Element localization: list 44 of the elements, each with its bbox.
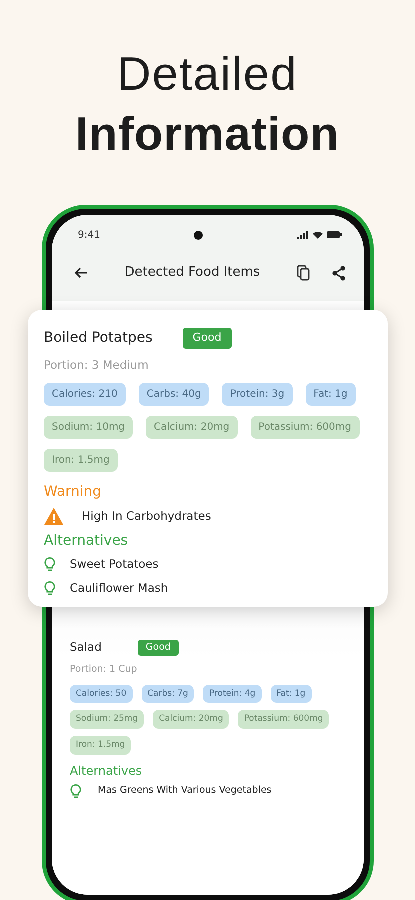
alternatives-heading: Alternatives bbox=[44, 532, 130, 552]
warning-heading: Warning bbox=[44, 483, 103, 502]
nutrient-chip: Potassium: 600mg bbox=[238, 710, 330, 729]
headline-text: Information bbox=[74, 106, 340, 162]
nutrient-chip: Iron: 1.5mg bbox=[44, 449, 118, 472]
nutrient-chip: Iron: 1.5mg bbox=[70, 736, 132, 755]
nutrient-chip: Carbs: 7g bbox=[142, 684, 194, 704]
alternatives-heading: Alternatives bbox=[70, 762, 144, 780]
nutrient-chip: Sodium: 25mg bbox=[70, 710, 144, 729]
lightbulb-icon bbox=[70, 784, 82, 799]
status-time: 9:41 bbox=[78, 228, 100, 242]
back-arrow-icon[interactable] bbox=[74, 267, 88, 279]
alternative-text: Mas Greens With Various Vegetables bbox=[98, 784, 272, 798]
nutrient-chip: Calories: 50 bbox=[70, 684, 133, 704]
rating-badge: Good bbox=[182, 328, 232, 349]
nutrient-chip: Protein: 4g bbox=[203, 684, 262, 704]
warning-icon bbox=[44, 507, 64, 526]
nutrient-chip: Sodium: 10mg bbox=[44, 416, 134, 440]
nutrient-chip: Fat: 1g bbox=[306, 383, 356, 406]
nutrient-chip: Potassium: 600mg bbox=[250, 416, 360, 440]
nutrient-chip: Calories: 210 bbox=[44, 383, 126, 406]
headline-text: Detailed bbox=[116, 46, 299, 102]
rating-badge: Good bbox=[138, 640, 179, 656]
camera-dot-icon bbox=[194, 230, 204, 240]
portion-text: Portion: 3 Medium bbox=[44, 357, 150, 374]
nutrient-chip: Carbs: 40g bbox=[138, 383, 210, 406]
food-name: Boiled Potatpes bbox=[44, 329, 153, 348]
food-name: Salad bbox=[70, 639, 102, 656]
share-icon[interactable] bbox=[332, 266, 346, 280]
nutrient-chip: Fat: 1g bbox=[270, 684, 312, 704]
alternative-text: Sweet Potatoes bbox=[70, 556, 159, 574]
wifi-icon bbox=[313, 231, 323, 239]
lightbulb-icon bbox=[44, 557, 56, 572]
portion-text: Portion: 1 Cup bbox=[70, 663, 138, 678]
copy-icon[interactable] bbox=[297, 265, 310, 281]
app-bar-title: Detected Food Items bbox=[124, 265, 260, 280]
battery-icon bbox=[327, 231, 342, 239]
lightbulb-icon bbox=[44, 580, 56, 596]
signal-icon bbox=[297, 231, 309, 239]
alternative-text: Cauliflower Mash bbox=[70, 580, 168, 596]
nutrient-chip: Calcium: 20mg bbox=[146, 416, 238, 440]
nutrient-chip: Protein: 3g bbox=[222, 383, 293, 406]
nutrient-chip: Calcium: 20mg bbox=[153, 710, 230, 729]
warning-text: High In Carbohydrates bbox=[82, 508, 212, 526]
